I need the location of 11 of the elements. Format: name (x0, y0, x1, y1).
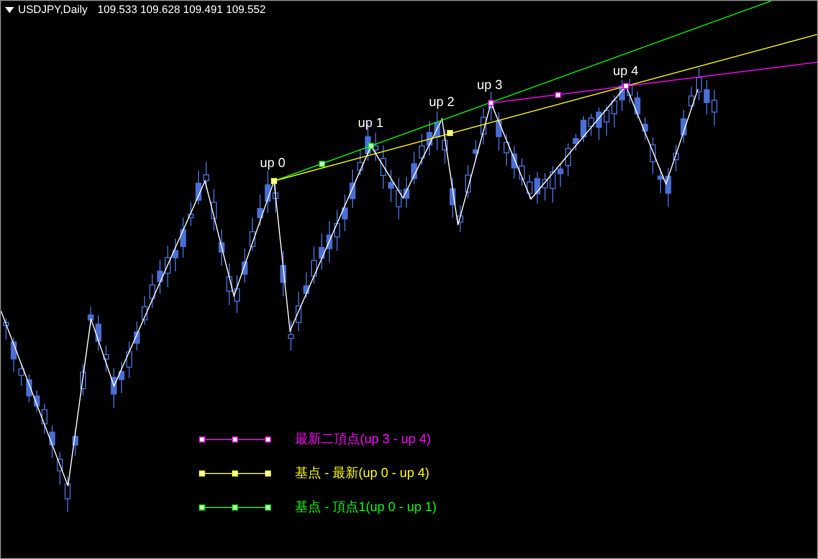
peak-label: up 3 (477, 77, 502, 93)
peak-label: up 0 (260, 155, 286, 171)
legend-label: 基点 - 頂点1(up 0 - up 1) (295, 498, 437, 516)
symbol-label: USDJPY,Daily (18, 3, 88, 18)
legend-label: 最新二頂点(up 3 - up 4) (295, 430, 431, 448)
legend-label: 基点 - 最新(up 0 - up 4) (295, 464, 430, 482)
peak-label: up 4 (613, 63, 638, 79)
dropdown-icon[interactable] (5, 7, 14, 13)
price-readout: 109.533 109.628 109.491 109.552 (98, 3, 266, 18)
peak-label: up 2 (429, 94, 454, 110)
peak-label: up 1 (358, 115, 384, 131)
